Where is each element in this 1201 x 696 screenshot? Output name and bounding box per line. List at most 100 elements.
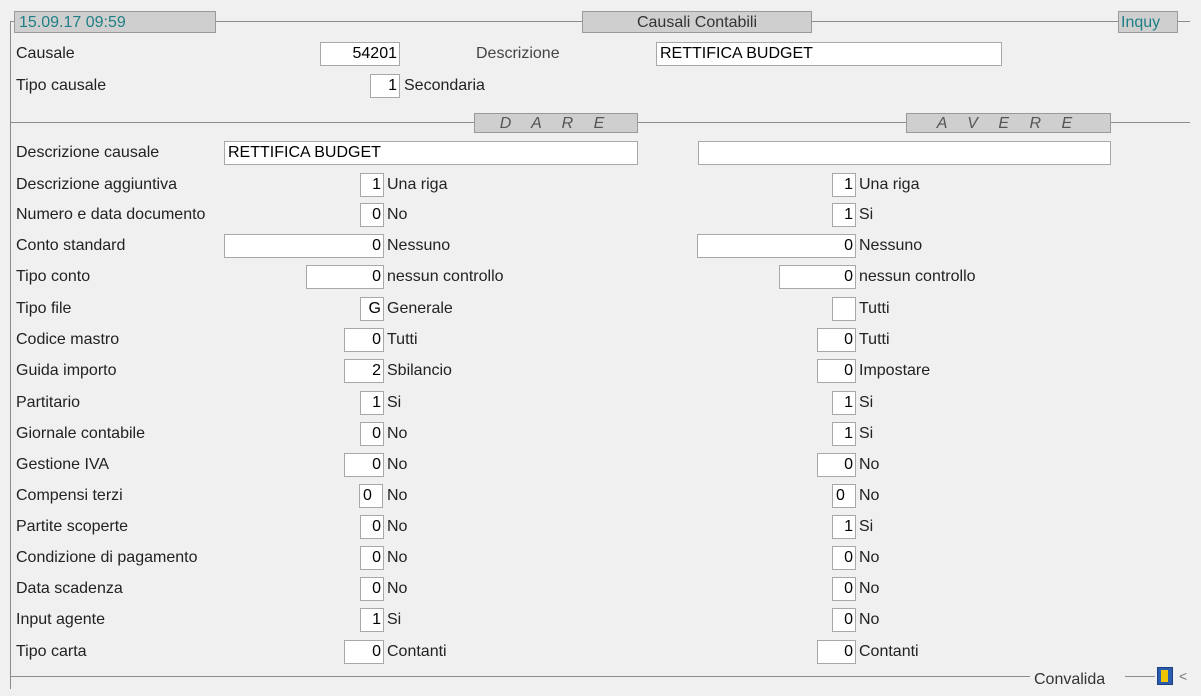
row-label: Codice mastro <box>16 331 120 348</box>
avere-code-field[interactable]: 0 <box>817 453 856 477</box>
avere-code-field[interactable]: 0 <box>832 546 856 570</box>
causale-field[interactable]: 54201 <box>320 42 400 66</box>
dare-code-field[interactable]: 0 <box>344 328 384 352</box>
avere-code-field[interactable]: 0 <box>817 359 856 383</box>
row-label: Data scadenza <box>16 580 123 597</box>
tipo-causale-text: Secondaria <box>404 77 485 94</box>
dare-tipo-conto-field[interactable]: 0 <box>306 265 384 289</box>
avere-section-header: A V E R E <box>906 113 1111 133</box>
avere-descrizione-causale-field[interactable] <box>698 141 1111 165</box>
row-label: Condizione di pagamento <box>16 549 198 566</box>
avere-code-text: Contanti <box>859 643 919 660</box>
dare-conto-standard-field[interactable]: 0 <box>224 234 384 258</box>
row-label: Compensi terzi <box>16 487 123 504</box>
avere-code-text: Una riga <box>859 176 920 193</box>
row-label: Tipo file <box>16 300 72 317</box>
row-label: Tipo carta <box>16 643 87 660</box>
dare-code-field[interactable]: 2 <box>344 359 384 383</box>
descrizione-field[interactable]: RETTIFICA BUDGET <box>656 42 1002 66</box>
tipo-causale-code-field[interactable]: 1 <box>370 74 400 98</box>
dare-code-field[interactable]: 0 <box>360 203 384 227</box>
dare-code-text: No <box>387 518 408 535</box>
dare-code-text: Si <box>387 394 402 411</box>
convalida-icon[interactable] <box>1157 667 1173 685</box>
avere-code-field[interactable]: 0 <box>832 484 856 508</box>
avere-code-text: No <box>859 487 880 504</box>
row-label: Partitario <box>16 394 81 411</box>
window-title: Causali Contabili <box>582 11 812 33</box>
avere-code-text: Si <box>859 394 874 411</box>
dare-code-text: Tutti <box>387 331 418 348</box>
avere-code-text: Tutti <box>859 300 890 317</box>
avere-code-text: Si <box>859 518 874 535</box>
dare-code-text: nessun controllo <box>387 268 504 285</box>
frame-bottom-line-right <box>1125 676 1155 677</box>
dare-code-field[interactable]: 1 <box>360 608 384 632</box>
row-label: Guida importo <box>16 362 117 379</box>
datetime-badge: 15.09.17 09:59 <box>14 11 216 33</box>
avere-code-field[interactable]: 1 <box>832 515 856 539</box>
avere-code-text: No <box>859 549 880 566</box>
avere-conto-standard-field[interactable]: 0 <box>697 234 856 258</box>
avere-code-field[interactable]: 0 <box>817 328 856 352</box>
dare-code-text: No <box>387 549 408 566</box>
row-label: Partite scoperte <box>16 518 129 535</box>
avere-code-field[interactable]: 0 <box>817 640 856 664</box>
dare-code-text: No <box>387 206 408 223</box>
row-label: Conto standard <box>16 237 126 254</box>
avere-code-field[interactable]: 1 <box>832 422 856 446</box>
avere-code-text: No <box>859 456 880 473</box>
row-label: Input agente <box>16 611 105 628</box>
dare-code-field[interactable]: 0 <box>344 453 384 477</box>
avere-code-field[interactable]: 0 <box>832 577 856 601</box>
causale-label: Causale <box>16 45 75 62</box>
dare-code-text: No <box>387 580 408 597</box>
dare-code-text: Si <box>387 611 402 628</box>
dare-code-field[interactable]: 0 <box>344 640 384 664</box>
row-label: Tipo conto <box>16 268 91 285</box>
dare-section-header: D A R E <box>474 113 638 133</box>
avere-code-text: No <box>859 611 880 628</box>
dare-code-field[interactable]: 0 <box>360 577 384 601</box>
avere-code-text: nessun controllo <box>859 268 976 285</box>
dare-code-field[interactable]: 0 <box>360 422 384 446</box>
mode-badge[interactable]: Inquy <box>1118 11 1178 33</box>
dare-code-text: Una riga <box>387 176 448 193</box>
dare-code-text: No <box>387 456 408 473</box>
convalida-button[interactable]: Convalida <box>1034 670 1105 690</box>
dare-code-text: Nessuno <box>387 237 451 254</box>
frame-bottom-line <box>10 676 1030 677</box>
dare-code-text: Generale <box>387 300 453 317</box>
dare-code-field[interactable]: 0 <box>359 484 383 508</box>
avere-code-field[interactable] <box>832 297 856 321</box>
dare-code-field[interactable]: 0 <box>360 515 384 539</box>
descrizione-causale-label: Descrizione causale <box>16 144 160 161</box>
row-label: Numero e data documento <box>16 206 206 223</box>
descrizione-label: Descrizione <box>476 45 560 62</box>
avere-code-text: Si <box>859 425 874 442</box>
dare-code-field[interactable]: 1 <box>360 391 384 415</box>
avere-code-field[interactable]: 1 <box>832 203 856 227</box>
avere-code-text: Si <box>859 206 874 223</box>
dare-code-text: No <box>387 425 408 442</box>
avere-code-text: Impostare <box>859 362 931 379</box>
dare-code-text: Sbilancio <box>387 362 452 379</box>
tipo-causale-label: Tipo causale <box>16 77 107 94</box>
avere-tipo-conto-field[interactable]: 0 <box>779 265 856 289</box>
avere-code-text: No <box>859 580 880 597</box>
dare-code-field[interactable]: 0 <box>360 546 384 570</box>
row-label: Descrizione aggiuntiva <box>16 176 177 193</box>
avere-code-text: Nessuno <box>859 237 923 254</box>
avere-code-field[interactable]: 1 <box>832 173 856 197</box>
row-label: Giornale contabile <box>16 425 145 442</box>
dare-code-field[interactable]: G <box>360 297 384 321</box>
avere-code-field[interactable]: 1 <box>832 391 856 415</box>
convalida-icon-highlight <box>1161 670 1168 682</box>
avere-code-field[interactable]: 0 <box>832 608 856 632</box>
arrow-left-icon[interactable]: < <box>1179 666 1199 686</box>
dare-descrizione-causale-field[interactable]: RETTIFICA BUDGET <box>224 141 638 165</box>
dare-code-text: Contanti <box>387 643 447 660</box>
dare-code-field[interactable]: 1 <box>360 173 384 197</box>
dare-code-text: No <box>387 487 408 504</box>
avere-code-text: Tutti <box>859 331 890 348</box>
